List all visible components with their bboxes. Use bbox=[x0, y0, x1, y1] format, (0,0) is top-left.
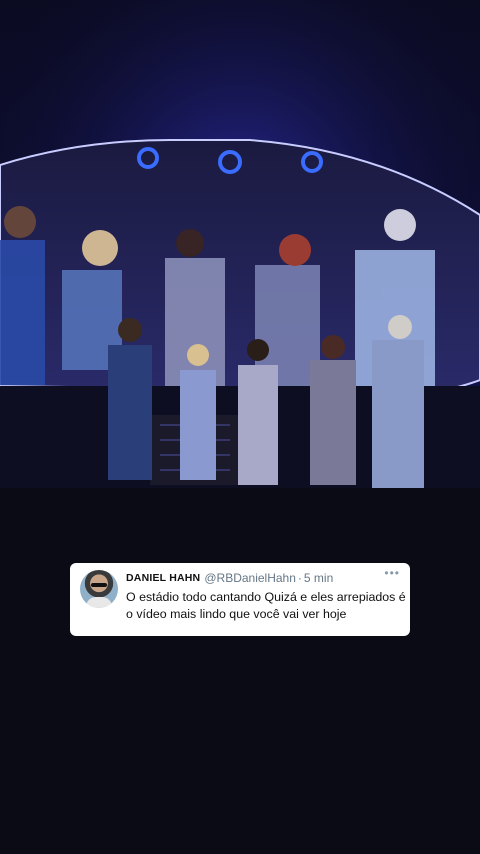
stage-scene bbox=[0, 0, 480, 854]
tweet-card[interactable]: DANIEL HAHN @RBDanielHahn · 5 min ••• O … bbox=[70, 563, 410, 636]
display-name[interactable]: DANIEL HAHN bbox=[126, 572, 200, 584]
tweet-text: O estádio todo cantando Quizá e eles arr… bbox=[126, 590, 406, 621]
avatar-shirt bbox=[86, 597, 112, 608]
user-handle[interactable]: @RBDanielHahn bbox=[204, 571, 296, 585]
more-options-icon[interactable]: ••• bbox=[384, 566, 400, 580]
concert-video-frame[interactable] bbox=[0, 0, 480, 854]
sunglasses-icon bbox=[91, 583, 107, 587]
tweet-header: DANIEL HAHN @RBDanielHahn · 5 min bbox=[126, 569, 400, 587]
separator-dot: · bbox=[297, 571, 302, 585]
tweet-timestamp[interactable]: 5 min bbox=[304, 571, 333, 585]
avatar[interactable] bbox=[80, 570, 118, 608]
